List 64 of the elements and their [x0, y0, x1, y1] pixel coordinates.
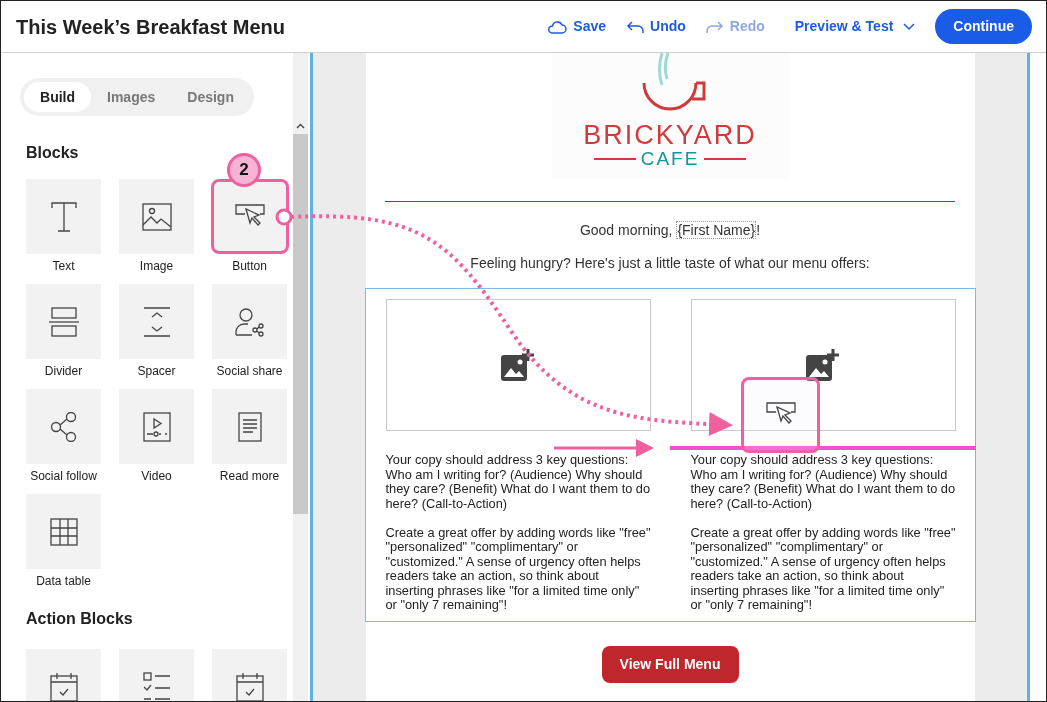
grid-icon [49, 517, 78, 546]
block-label: Image [139, 259, 174, 274]
image-placeholder-icon [501, 349, 535, 381]
image-placeholder-icon [806, 349, 840, 381]
document-icon [237, 411, 262, 442]
block-tile[interactable] [119, 389, 194, 464]
toolbar-button[interactable]: Undo [626, 16, 686, 37]
body-text: Your copy should address 3 key questions: Who am I writing for? (Audience) Why should they care? (Benefit) What do I want them to do here? (Call-to-Action) [385, 453, 651, 511]
block-tile[interactable] [212, 284, 287, 359]
person-share-icon [234, 306, 265, 337]
block-label: Social follow [30, 469, 97, 484]
drag-handle [275, 208, 293, 226]
calendar-icon [49, 671, 78, 701]
cloud-icon [547, 19, 568, 34]
panel-tab[interactable]: Build [24, 82, 92, 112]
image-icon [141, 202, 172, 231]
block-tile[interactable] [210, 179, 289, 254]
toolbar-button[interactable]: Save [547, 16, 606, 37]
document-title: This Week’s Breakfast Menu [16, 14, 285, 40]
image-placeholder[interactable] [690, 299, 956, 431]
preview-dropdown[interactable]: Preview & Test [794, 16, 916, 37]
logo-wordmark: BRICKYARD [583, 121, 757, 149]
block-label: Spacer [137, 364, 176, 379]
block-tile[interactable] [119, 179, 194, 254]
block-label: Text [52, 259, 75, 274]
view-menu-button[interactable]: View Full Menu [601, 645, 739, 683]
text-icon [50, 201, 77, 232]
section-heading: Blocks [26, 143, 80, 163]
block-tile[interactable] [26, 179, 101, 254]
undo-icon [626, 19, 644, 34]
block-label: Video [141, 469, 172, 484]
redo-icon [705, 19, 724, 34]
body-text: Create a great offer by adding words like "free" "personalized" "complimentary" or "customized." A sense of urgency often helps readers take an action, so think about inserting phrases like "for a limited time only" or "only 7 remaining"! [385, 525, 651, 613]
block-label: Divider [44, 364, 83, 379]
greeting-text: Good morning, {First Name}! [579, 220, 761, 241]
body-text: Your copy should address 3 key questions: Who am I writing for? (Audience) Why should they care? (Benefit) What do I want them to do here? (Call-to-Action) [690, 453, 956, 511]
block-tile[interactable] [119, 284, 194, 359]
logo-tagline: CAFE [640, 149, 700, 169]
continue-button[interactable]: Continue [935, 9, 1032, 44]
scrollbar[interactable] [293, 53, 308, 701]
block-label: Button [232, 259, 267, 274]
checklist-icon [142, 671, 171, 701]
block-label: Social share [216, 364, 283, 379]
scroll-thumb[interactable] [293, 134, 308, 514]
step-badge: 2 [227, 153, 261, 187]
block-tile[interactable] [26, 284, 101, 359]
panel-tab[interactable]: Design [171, 82, 250, 112]
image-placeholder[interactable] [385, 299, 651, 431]
share-icon [49, 411, 78, 442]
section-heading: Action Blocks [26, 609, 134, 629]
spacer-icon [142, 306, 171, 337]
block-tile[interactable] [26, 494, 101, 569]
video-icon [142, 411, 171, 442]
block-label: Data table [36, 574, 91, 589]
body-text: Create a great offer by adding words like "free" "personalized" "complimentary" or "customized." A sense of urgency often helps readers take an action, so think about inserting phrases like "for a limited time only" or "only 7 remaining"! [690, 525, 956, 613]
block-tile[interactable] [26, 389, 101, 464]
block-label: Read more [219, 469, 280, 484]
panel-tab[interactable]: Images [91, 82, 172, 112]
block-tile[interactable] [212, 389, 287, 464]
divider-icon [48, 306, 79, 337]
chevron-down-icon [903, 22, 916, 31]
calendar-icon [235, 671, 264, 701]
scroll-up-icon [296, 123, 305, 129]
intro-text: Feeling hungry? Here's just a little taste of what our menu offers: [470, 254, 870, 273]
